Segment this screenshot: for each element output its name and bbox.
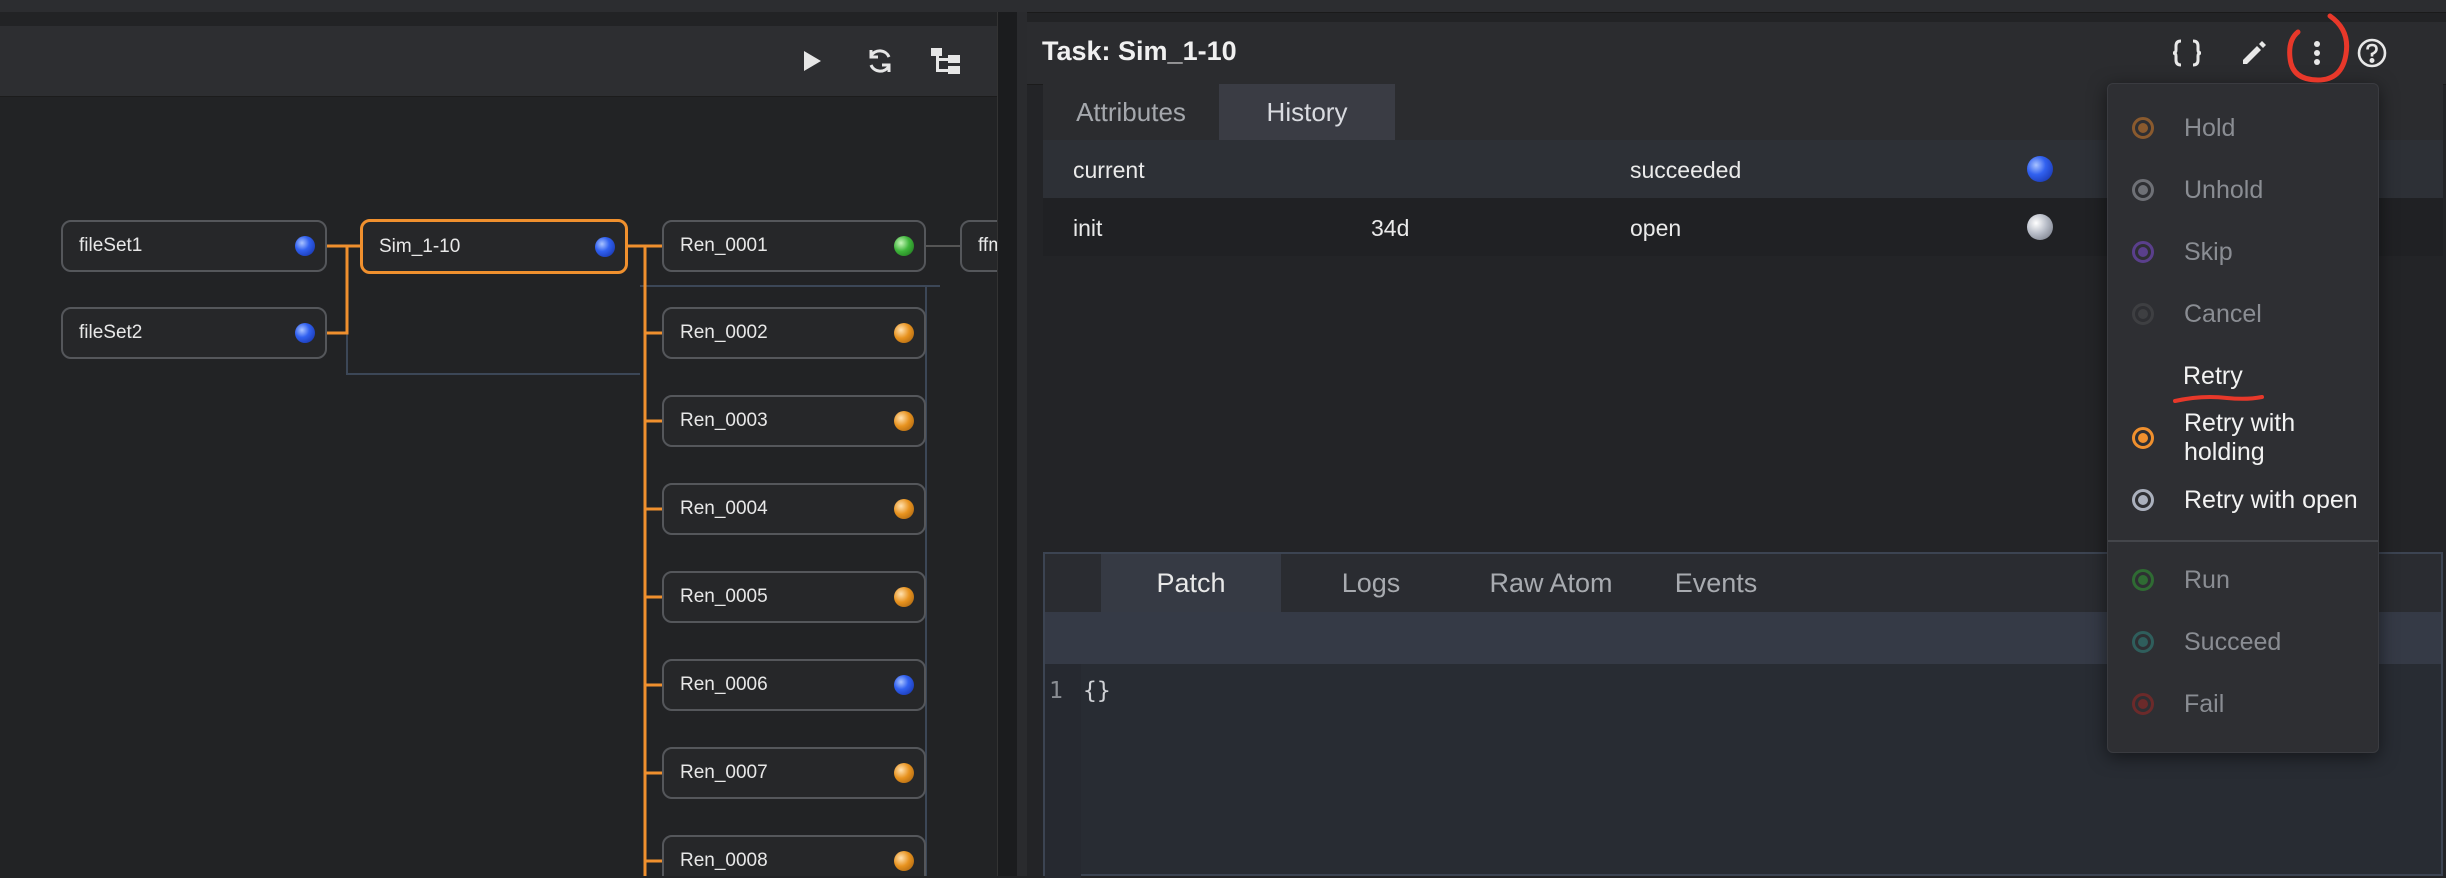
history-state: open (1630, 215, 1682, 241)
status-dot-icon (295, 323, 315, 343)
code-editor[interactable]: {} (1083, 678, 1111, 704)
menu-item-label: Succeed (2184, 627, 2282, 656)
status-dot-icon (894, 323, 914, 343)
node-label: fileSet1 (79, 235, 143, 256)
radio-icon (2132, 569, 2154, 591)
node-label: Ren_0007 (680, 762, 768, 783)
menu-item-label: Fail (2184, 689, 2225, 718)
history-state: succeeded (1630, 157, 1742, 183)
history-name: current (1073, 157, 1145, 183)
node-label: Ren_0002 (680, 322, 768, 343)
braces-icon (2172, 39, 2202, 67)
menu-divider (2108, 540, 2378, 542)
status-dot-icon (894, 675, 914, 695)
pencil-icon (2243, 41, 2266, 64)
tab-history[interactable]: History (1219, 84, 1395, 140)
graph-node[interactable]: Ren_0002 (662, 307, 926, 359)
tab-raw-atom[interactable]: Raw Atom (1461, 554, 1641, 612)
tab-logs[interactable]: Logs (1281, 554, 1461, 612)
menu-item-hold[interactable]: Hold (2108, 100, 2378, 156)
page-title: Task: Sim_1-10 (1042, 36, 1237, 66)
radio-icon (2132, 179, 2154, 201)
menu-item-fail[interactable]: Fail (2108, 676, 2378, 732)
panel-divider[interactable] (1017, 12, 1027, 876)
task-header: Task: Sim_1-10 (1027, 22, 2446, 85)
status-dot-icon (295, 236, 315, 256)
graph-node[interactable]: Ren_0001 (662, 220, 926, 272)
radio-icon (2132, 303, 2154, 325)
menu-item-label: Unhold (2184, 175, 2264, 204)
menu-item-skip[interactable]: Skip (2108, 224, 2378, 280)
node-label: ffm (978, 235, 997, 256)
status-dot-icon (2027, 156, 2053, 182)
graph-node[interactable]: Ren_0003 (662, 395, 926, 447)
status-dot-icon (2027, 214, 2053, 240)
graph-node[interactable]: Ren_0007 (662, 747, 926, 799)
menu-item-label: Retry with open (2184, 485, 2358, 514)
status-dot-icon (894, 499, 914, 519)
menu-item-unhold[interactable]: Unhold (2108, 162, 2378, 218)
history-name: init (1073, 215, 1103, 241)
menu-item-label: Cancel (2184, 299, 2262, 328)
node-label: Ren_0008 (680, 850, 768, 871)
history-age: 34d (1371, 215, 1410, 241)
status-dot-icon (894, 587, 914, 607)
radio-icon (2132, 117, 2154, 139)
menu-item-retry-with-holding[interactable]: Retry with holding (2108, 409, 2378, 466)
graph-node[interactable]: Ren_0006 (662, 659, 926, 711)
radio-icon (2132, 631, 2154, 653)
menu-item-retry-with-open[interactable]: Retry with open (2108, 472, 2378, 528)
graph-scrollbar[interactable] (997, 12, 1018, 876)
graph-node[interactable]: fileSet2 (61, 307, 327, 359)
node-label: Sim_1-10 (379, 235, 461, 257)
node-label: Ren_0004 (680, 498, 768, 519)
menu-item-label: Run (2184, 565, 2230, 594)
status-dot-icon (894, 851, 914, 871)
menu-item-run[interactable]: Run (2108, 552, 2378, 608)
tab-patch[interactable]: Patch (1101, 554, 1281, 612)
radio-icon (2132, 241, 2154, 263)
status-dot-icon (894, 763, 914, 783)
graph-node[interactable]: Ren_0005 (662, 571, 926, 623)
task-actions-menu: Hold Unhold Skip Cancel Retry Retry with… (2107, 83, 2379, 753)
menu-item-label: Skip (2184, 237, 2233, 266)
menu-item-cancel[interactable]: Cancel (2108, 286, 2378, 342)
tab-events[interactable]: Events (1641, 554, 1791, 612)
radio-icon (2132, 489, 2154, 511)
graph-node[interactable]: ffm (960, 220, 997, 272)
graph-node[interactable]: Ren_0008 (662, 835, 926, 876)
menu-item-label: Hold (2184, 113, 2236, 142)
radio-icon (2132, 693, 2154, 715)
graph-panel: fileSet1 fileSet2 Sim_1-10 Ren_0001 Ren_… (0, 12, 997, 876)
radio-icon (2132, 427, 2154, 449)
line-number: 1 (1049, 678, 1063, 704)
node-label: Ren_0003 (680, 410, 768, 431)
graph-node-selected[interactable]: Sim_1-10 (360, 219, 628, 274)
more-button-circle-annotation (2287, 13, 2350, 83)
graph-node[interactable]: Ren_0004 (662, 483, 926, 535)
menu-item-label: Retry with holding (2184, 409, 2296, 466)
help-icon (2357, 38, 2387, 68)
status-dot-icon (894, 411, 914, 431)
node-label: Ren_0001 (680, 235, 768, 256)
menu-item-succeed[interactable]: Succeed (2108, 614, 2378, 670)
tab-attributes[interactable]: Attributes (1043, 84, 1219, 140)
graph-node[interactable]: fileSet1 (61, 220, 327, 272)
node-label: Ren_0006 (680, 674, 768, 695)
status-dot-icon (894, 236, 914, 256)
retry-underline-annotation (2173, 395, 2264, 403)
json-button[interactable] (2167, 33, 2207, 73)
status-dot-icon (595, 236, 615, 257)
node-label: fileSet2 (79, 322, 143, 343)
node-label: Ren_0005 (680, 586, 768, 607)
menu-item-label: Retry (2183, 361, 2243, 390)
edit-button[interactable] (2234, 33, 2274, 73)
